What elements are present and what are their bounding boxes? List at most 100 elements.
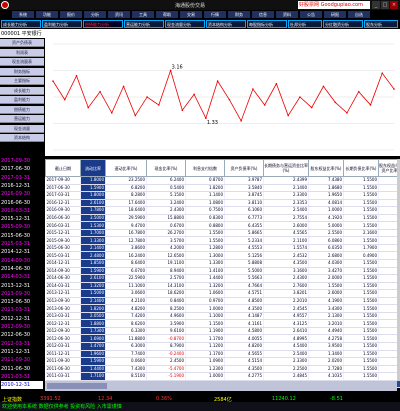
- menu-item[interactable]: 资料: [276, 11, 298, 18]
- date-item[interactable]: 2012-09-30: [1, 323, 43, 331]
- date-item[interactable]: 2014-09-30: [1, 257, 43, 265]
- stock-code[interactable]: 000001 平安银行: [1, 30, 42, 37]
- data-point[interactable]: [99, 90, 101, 93]
- date-item[interactable]: 2010-12-31: [1, 381, 43, 390]
- date-item[interactable]: 2015-09-30: [1, 223, 43, 231]
- ticker-text[interactable]: 欢迎使用本系统 数据仅供参考 投资有风险 入市需谨慎: [2, 403, 122, 410]
- sidebar-item[interactable]: 成长能力: [0, 86, 44, 95]
- tab-0[interactable]: 成长能力分析: [1, 20, 41, 28]
- data-point[interactable]: [216, 80, 219, 82]
- horizontal-scroll-thumb[interactable]: [47, 383, 107, 389]
- column-header[interactable]: 资产负债率(%): [224, 159, 264, 177]
- menu-item[interactable]: 交易: [180, 11, 202, 18]
- date-item[interactable]: 2012-12-31: [1, 315, 43, 323]
- date-item[interactable]: 2015-03-31: [1, 240, 43, 248]
- column-header[interactable]: 现金比率(%): [146, 159, 186, 177]
- sidebar-item[interactable]: 现金流量表: [0, 58, 44, 66]
- date-item[interactable]: 2014-06-30: [1, 265, 43, 273]
- data-point[interactable]: [146, 96, 148, 98]
- date-item[interactable]: 2012-06-30: [1, 331, 43, 339]
- close-button[interactable]: ×: [390, 1, 398, 9]
- tab-1[interactable]: 盈利能力分析: [42, 20, 82, 28]
- table-row[interactable]: 2012-12-31 1.8800 8.6200 3.5900 1.1500 4.1161…: [45, 319, 400, 328]
- menu-item[interactable]: 公告: [300, 11, 322, 18]
- data-point[interactable]: [52, 80, 54, 82]
- date-item[interactable]: 2016-06-30: [1, 199, 43, 207]
- menu-item[interactable]: 行情: [204, 11, 226, 18]
- data-point[interactable]: [240, 120, 242, 122]
- date-item[interactable]: 2016-09-30: [1, 190, 43, 198]
- column-header[interactable]: 流动比率: [80, 159, 106, 177]
- data-point[interactable]: [287, 114, 289, 117]
- date-item[interactable]: 2013-12-31: [1, 282, 43, 290]
- data-point[interactable]: [134, 114, 137, 117]
- table-row[interactable]: 2013-03-31 2.0500 7.4200 4.9600 1.1000 4.1487…: [45, 312, 400, 321]
- date-item[interactable]: 2017-06-30: [1, 165, 43, 173]
- date-item[interactable]: 2017-03-31: [1, 174, 43, 182]
- table-row[interactable]: 2012-09-30 1.7300 6.3300 9.6100 1.1900 4.5800…: [45, 327, 400, 336]
- sidebar-item[interactable]: 偿债能力: [0, 105, 44, 114]
- data-point[interactable]: [158, 104, 160, 106]
- table-row[interactable]: 2016-12-31 2.6100 17.6400 3.2400 1.0800 3.811…: [45, 199, 400, 208]
- table-row[interactable]: 2014-09-30 1.5900 6.0700 8.9400 1.4100 5.5000…: [45, 267, 400, 276]
- data-point[interactable]: [63, 98, 66, 101]
- table-row[interactable]: 2014-12-31 1.8500 8.6400 19.1100 1.3300 5.880…: [45, 259, 400, 268]
- sidebar-item[interactable]: 现金流量: [0, 124, 44, 133]
- tab-7[interactable]: 杜邦分析: [288, 20, 322, 28]
- table-row[interactable]: 2013-09-30 2.1400 4.2100 0.8400 0.9700 4.8500…: [45, 297, 400, 306]
- table-row[interactable]: 2017-03-31 1.8000 8.2800 5.1500 1.1400 3.8745…: [45, 191, 400, 200]
- column-header[interactable]: 利息支付倍数: [185, 159, 225, 177]
- tab-8[interactable]: 分红融资分析: [323, 20, 363, 28]
- date-item[interactable]: 2011-12-31: [1, 348, 43, 356]
- data-point[interactable]: [205, 117, 207, 119]
- data-point[interactable]: [346, 112, 348, 114]
- minimize-button[interactable]: _: [372, 1, 380, 9]
- menu-item[interactable]: 信息: [252, 11, 274, 18]
- date-item[interactable]: 2011-09-30: [1, 356, 43, 364]
- table-row[interactable]: 2013-06-30 1.8200 4.8200 8.2500 1.0000 4.3500…: [45, 304, 400, 313]
- column-header[interactable]: 截止日期: [45, 159, 81, 177]
- data-point[interactable]: [310, 106, 313, 109]
- date-item[interactable]: 2013-03-31: [1, 306, 43, 314]
- data-point[interactable]: [181, 109, 184, 112]
- data-point[interactable]: [252, 88, 254, 90]
- table-row[interactable]: 2012-03-31 1.4700 6.3000 8.7900 1.1200 4.8200…: [45, 342, 400, 351]
- menu-item[interactable]: 报价: [60, 11, 82, 18]
- data-point[interactable]: [263, 104, 266, 106]
- table-row[interactable]: 2011-06-30 1.4400 7.4300 -5.4700 1.2300 4.350…: [45, 365, 400, 374]
- table-row[interactable]: 2017-09-30 1.8000 23.2500 6.2400 0.8700 3.978…: [45, 176, 400, 185]
- data-point[interactable]: [193, 93, 195, 96]
- sidebar-item[interactable]: 主要指标: [0, 77, 44, 85]
- date-item[interactable]: 2015-06-30: [1, 232, 43, 240]
- tab-3[interactable]: 营运能力分析: [124, 20, 164, 28]
- date-item[interactable]: 2012-03-31: [1, 340, 43, 348]
- menu-item[interactable]: 研报: [324, 11, 346, 18]
- sidebar-item[interactable]: 利润表: [0, 48, 44, 57]
- date-item[interactable]: 2011-06-30: [1, 365, 43, 373]
- date-item[interactable]: 2011-03-31: [1, 373, 43, 381]
- table-row[interactable]: 2016-09-30 1.7800 18.6400 2.4300 0.7500 6.106…: [45, 206, 400, 215]
- date-item[interactable]: 2015-12-31: [1, 215, 43, 223]
- column-header[interactable]: 长期债务与营运资金比率(%): [263, 159, 309, 177]
- data-point[interactable]: [75, 75, 78, 77]
- table-row[interactable]: 2011-03-31 1.7100 8.5100 -5.1900 1.0000 4.277…: [45, 372, 400, 381]
- data-point[interactable]: [275, 82, 278, 85]
- tab-5[interactable]: 资本结构分析: [206, 20, 246, 28]
- table-row[interactable]: 2016-06-30 3.5000 29.5900 15.8800 0.8300 6.77…: [45, 214, 400, 223]
- tab-4[interactable]: 现金流量分析: [165, 20, 205, 28]
- table-row[interactable]: 2016-03-31 1.5300 9.4700 0.6700 0.8800 6.4355…: [45, 221, 400, 230]
- data-point[interactable]: [381, 72, 384, 74]
- menu-item[interactable]: 资讯: [108, 11, 130, 18]
- date-item[interactable]: 2017-09-30: [1, 157, 43, 165]
- table-row[interactable]: 2011-09-30 1.5900 0.0600 2.4500 1.0900 4.5154…: [45, 357, 400, 366]
- date-item[interactable]: 2014-03-31: [1, 273, 43, 281]
- data-point[interactable]: [87, 106, 90, 109]
- date-item[interactable]: 2016-12-31: [1, 182, 43, 190]
- table-row[interactable]: 2017-06-30 1.5900 6.8200 0.5400 1.8200 3.5840…: [45, 184, 400, 193]
- menu-item[interactable]: 帮助: [156, 11, 178, 18]
- date-item[interactable]: 2013-06-30: [1, 298, 43, 306]
- data-point[interactable]: [299, 96, 301, 98]
- brand-banner[interactable]: 好股票网 Goodgupiao.com: [298, 1, 370, 9]
- menu-item[interactable]: 功能: [36, 11, 58, 18]
- table-row[interactable]: 2015-03-31 2.4800 16.2400 12.6500 1.3000 5.12…: [45, 251, 400, 260]
